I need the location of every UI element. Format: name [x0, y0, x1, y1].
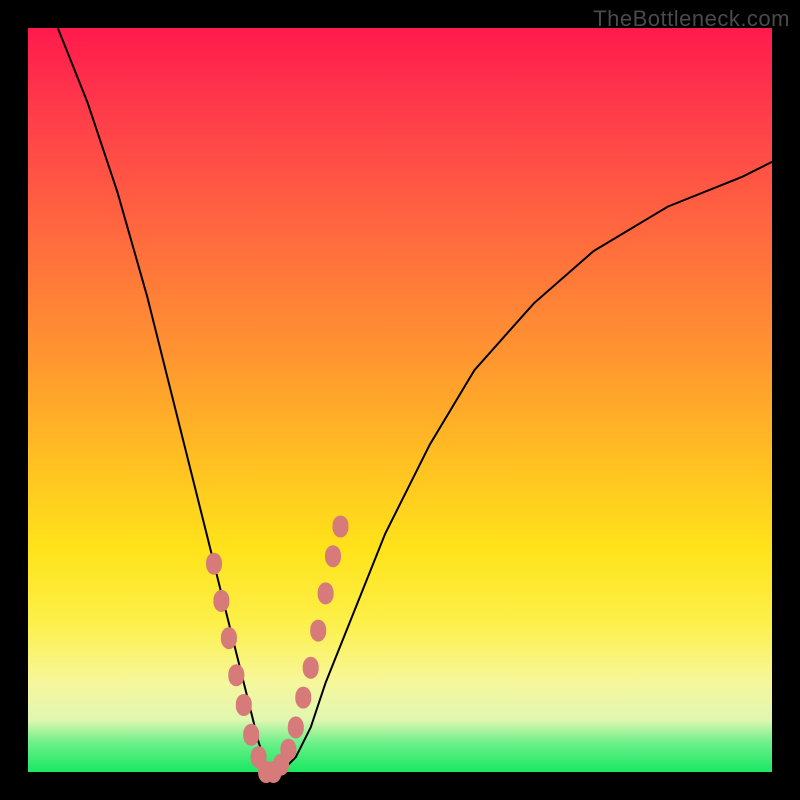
marker-point — [280, 739, 296, 761]
marker-point — [288, 716, 304, 738]
marker-point — [295, 687, 311, 709]
marker-point — [206, 553, 222, 575]
marker-point — [325, 545, 341, 567]
marker-point — [303, 657, 319, 679]
marker-point — [213, 590, 229, 612]
marker-point — [310, 620, 326, 642]
bottleneck-curve — [58, 28, 772, 772]
plot-area — [28, 28, 772, 772]
marker-point — [318, 582, 334, 604]
marker-point — [333, 516, 349, 538]
highlight-markers — [206, 516, 349, 784]
chart-svg — [28, 28, 772, 772]
outer-frame: TheBottleneck.com — [0, 0, 800, 800]
marker-point — [221, 627, 237, 649]
marker-point — [243, 724, 259, 746]
marker-point — [228, 664, 244, 686]
marker-point — [236, 694, 252, 716]
